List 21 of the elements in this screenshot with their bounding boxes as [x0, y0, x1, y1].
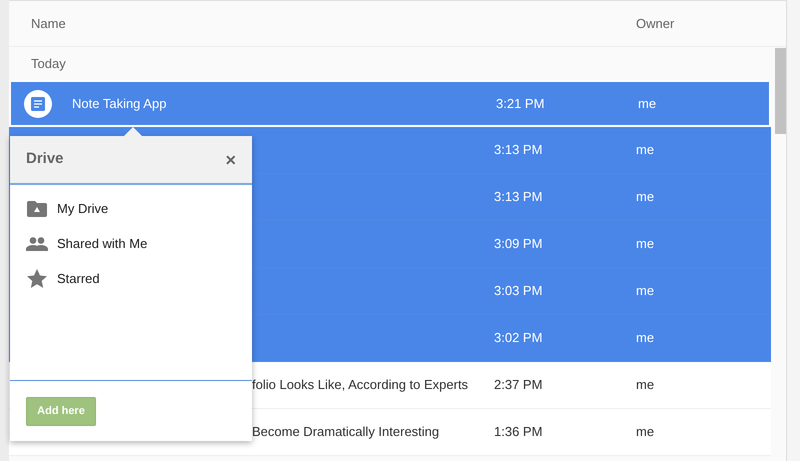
- modified-time: 3:21 PM: [496, 94, 546, 113]
- modified-time: 2:37 PM: [494, 376, 544, 394]
- popup-title: Drive: [26, 149, 64, 170]
- modified-time: 3:09 PM: [494, 235, 544, 254]
- owner-name: me: [638, 94, 656, 113]
- owner-name: me: [636, 188, 654, 206]
- modified-time: 3:03 PM: [494, 282, 544, 300]
- owner-name: me: [636, 329, 654, 348]
- owner-name: me: [636, 282, 654, 300]
- owner-name: me: [636, 423, 654, 442]
- modified-time: 3:02 PM: [494, 329, 544, 348]
- file-name: folio Looks Like, According to Experts: [252, 376, 468, 394]
- modified-time: 3:13 PM: [494, 141, 544, 160]
- file-name: Note Taking App: [72, 94, 166, 113]
- group-label: Today: [31, 54, 66, 73]
- owner-name: me: [636, 141, 654, 160]
- file-name: Become Dramatically Interesting: [252, 423, 440, 442]
- owner-name: me: [636, 376, 654, 394]
- owner-name: me: [636, 235, 654, 254]
- modified-time: 3:13 PM: [494, 188, 544, 206]
- modified-time: 1:36 PM: [494, 423, 544, 442]
